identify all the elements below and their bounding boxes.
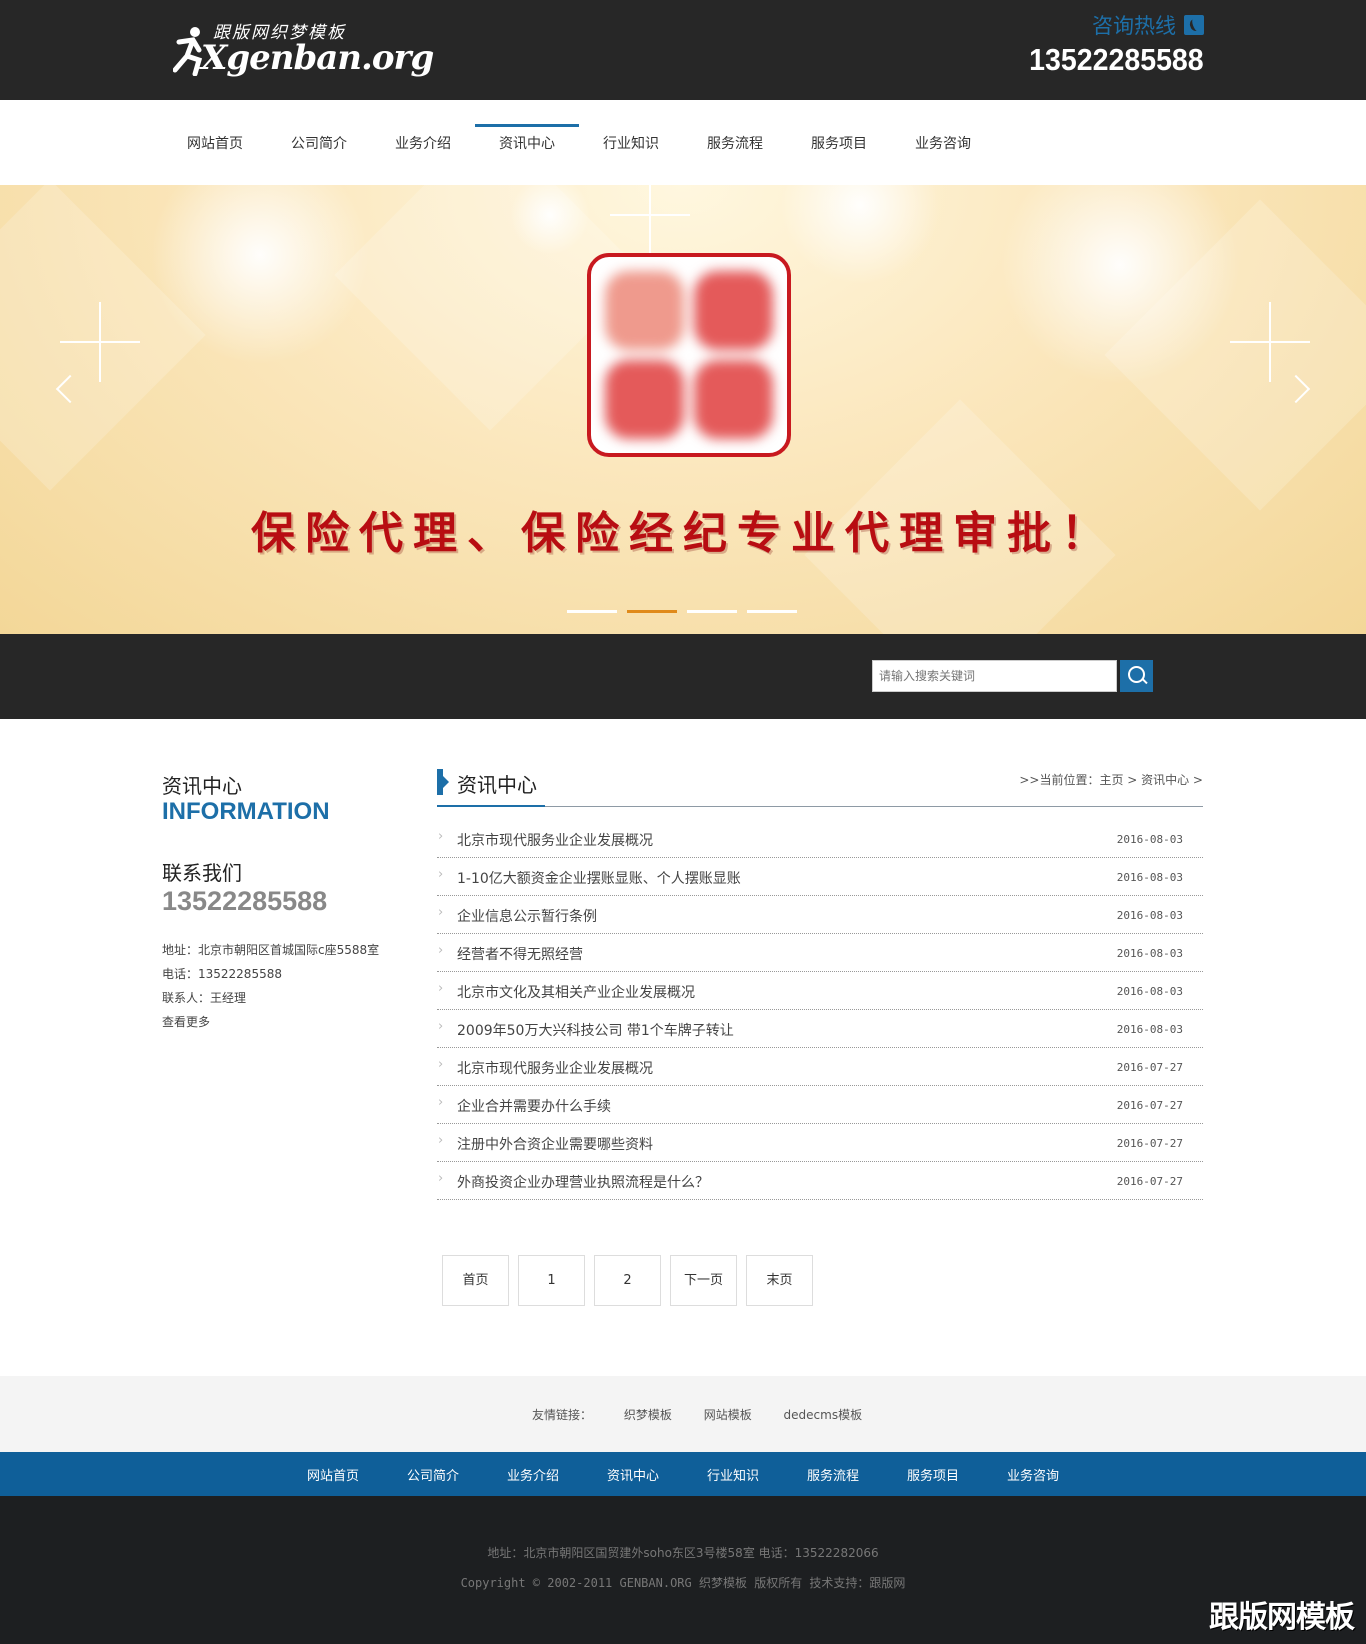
footer-address: 地址：北京市朝阳区国贸建外soho东区3号楼58室 电话：13522282066 xyxy=(487,1546,879,1560)
article-title[interactable]: 北京市现代服务业企业发展概况 xyxy=(457,830,653,850)
article-date: 2016-07-27 xyxy=(1116,1061,1183,1074)
article-date: 2016-07-27 xyxy=(1116,1175,1183,1188)
footer-nav-item[interactable]: 业务介绍 xyxy=(507,1465,559,1484)
page-2-button[interactable]: 2 xyxy=(594,1255,661,1306)
list-item[interactable]: 北京市现代服务业企业发展概况 2016-07-27 xyxy=(437,1048,1203,1086)
banner-seal-image xyxy=(587,253,791,457)
list-item[interactable]: 2009年50万大兴科技公司 带1个车牌子转让 2016-08-03 xyxy=(437,1010,1203,1048)
article-title[interactable]: 企业合并需要办什么手续 xyxy=(457,1096,611,1116)
friend-links-label: 友情链接： xyxy=(532,1408,593,1422)
view-more-link[interactable]: 查看更多 xyxy=(162,1010,402,1034)
list-item[interactable]: 经营者不得无照经营 2016-08-03 xyxy=(437,934,1203,972)
article-title[interactable]: 经营者不得无照经营 xyxy=(457,944,583,964)
footer-nav-item[interactable]: 服务流程 xyxy=(807,1465,859,1484)
footer: 地址：北京市朝阳区国贸建外soho东区3号楼58室 电话：13522282066… xyxy=(0,1496,1366,1644)
breadcrumb[interactable]: >>当前位置：主页 > 资讯中心 > xyxy=(1019,771,1203,788)
article-date: 2016-08-03 xyxy=(1116,1023,1183,1036)
sparkle-icon xyxy=(610,185,690,255)
contact-phone: 电话：13522285588 xyxy=(162,967,282,981)
article-date: 2016-08-03 xyxy=(1116,909,1183,922)
list-item[interactable]: 企业合并需要办什么手续 2016-07-27 xyxy=(437,1086,1203,1124)
friend-link[interactable]: 网站模板 xyxy=(704,1408,752,1422)
list-item[interactable]: 北京市现代服务业企业发展概况 2016-08-03 xyxy=(437,820,1203,858)
sparkle-icon xyxy=(60,302,140,382)
list-item[interactable]: 北京市文化及其相关产业企业发展概况 2016-08-03 xyxy=(437,972,1203,1010)
friend-link[interactable]: dedecms模板 xyxy=(784,1408,863,1422)
article-title[interactable]: 2009年50万大兴科技公司 带1个车牌子转让 xyxy=(457,1020,734,1040)
sidebar-title: 资讯中心 xyxy=(162,774,242,798)
nav-item-services[interactable]: 服务项目 xyxy=(787,124,891,162)
page-first-button[interactable]: 首页 xyxy=(442,1255,509,1306)
section-marker-icon xyxy=(437,769,449,795)
nav-item-business[interactable]: 业务介绍 xyxy=(371,124,475,162)
page-1-button[interactable]: 1 xyxy=(518,1255,585,1306)
slide-dot-active[interactable] xyxy=(627,610,677,613)
friend-links: 友情链接： 织梦模板 网站模板 dedecms模板 xyxy=(0,1376,1366,1452)
article-date: 2016-07-27 xyxy=(1116,1099,1183,1112)
nav-item-consult[interactable]: 业务咨询 xyxy=(891,124,995,162)
sidebar: 资讯中心 INFORMATION 联系我们 13522285588 地址：北京市… xyxy=(162,770,402,1034)
phone-icon xyxy=(1184,15,1204,35)
list-item[interactable]: 注册中外合资企业需要哪些资料 2016-07-27 xyxy=(437,1124,1203,1162)
slide-dot[interactable] xyxy=(567,610,617,613)
list-item[interactable]: 企业信息公示暂行条例 2016-08-03 xyxy=(437,896,1203,934)
slide-dot[interactable] xyxy=(747,610,797,613)
article-date: 2016-08-03 xyxy=(1116,871,1183,884)
footer-copyright: Copyright © 2002-2011 GENBAN.ORG 织梦模板 版权… xyxy=(460,1576,906,1590)
page-last-button[interactable]: 末页 xyxy=(746,1255,813,1306)
search-bar xyxy=(0,634,1366,719)
hotline-label: 咨询热线 xyxy=(1092,14,1176,38)
contact-person: 联系人：王经理 xyxy=(162,991,247,1005)
top-header: 跟版网织梦模板 Xgenban.org 咨询热线 13522285588 xyxy=(0,0,1366,100)
list-item[interactable]: 外商投资企业办理营业执照流程是什么？ 2016-07-27 xyxy=(437,1162,1203,1200)
nav-item-about[interactable]: 公司简介 xyxy=(267,124,371,162)
logo-wordmark: Xgenban.org xyxy=(201,38,434,78)
article-title[interactable]: 北京市现代服务业企业发展概况 xyxy=(457,1058,653,1078)
nav-item-home[interactable]: 网站首页 xyxy=(163,124,267,162)
footer-nav-item[interactable]: 资讯中心 xyxy=(607,1465,659,1484)
list-item[interactable]: 1-10亿大额资金企业摆账显账、个人摆账显账 2016-08-03 xyxy=(437,858,1203,896)
footer-nav-item[interactable]: 服务项目 xyxy=(907,1465,959,1484)
nav-item-news[interactable]: 资讯中心 xyxy=(475,124,579,162)
footer-nav-item[interactable]: 公司简介 xyxy=(407,1465,459,1484)
section-header: 资讯中心 >>当前位置：主页 > 资讯中心 > xyxy=(437,763,1203,807)
contact-heading: 联系我们 xyxy=(162,861,242,885)
contact-address: 地址：北京市朝阳区首城国际c座5588室 xyxy=(162,943,380,957)
nav-item-knowledge[interactable]: 行业知识 xyxy=(579,124,683,162)
contact-number: 13522285588 xyxy=(162,886,328,916)
article-title[interactable]: 北京市文化及其相关产业企业发展概况 xyxy=(457,982,695,1002)
news-section: 资讯中心 >>当前位置：主页 > 资讯中心 > 北京市现代服务业企业发展概况 20… xyxy=(437,763,1203,1200)
sidebar-title-en: INFORMATION xyxy=(162,798,330,825)
article-title[interactable]: 外商投资企业办理营业执照流程是什么？ xyxy=(457,1172,709,1192)
slide-dot[interactable] xyxy=(687,610,737,613)
banner-slogan: 保险代理、保险经纪专业代理审批！ xyxy=(251,508,1115,559)
article-list: 北京市现代服务业企业发展概况 2016-08-03 1-10亿大额资金企业摆账显账… xyxy=(437,820,1203,1200)
hotline-number: 13522285588 xyxy=(1029,42,1204,77)
article-title[interactable]: 1-10亿大额资金企业摆账显账、个人摆账显账 xyxy=(457,868,741,888)
nav-item-process[interactable]: 服务流程 xyxy=(683,124,787,162)
footer-nav-item[interactable]: 业务咨询 xyxy=(1007,1465,1059,1484)
hotline: 咨询热线 13522285588 xyxy=(1014,10,1204,78)
site-logo[interactable]: 跟版网织梦模板 Xgenban.org xyxy=(173,18,434,80)
footer-nav-item[interactable]: 网站首页 xyxy=(307,1465,359,1484)
page-next-button[interactable]: 下一页 xyxy=(670,1255,737,1306)
hero-banner: 保险代理、保险经纪专业代理审批！ xyxy=(0,185,1366,634)
sparkle-icon xyxy=(1230,302,1310,382)
article-title[interactable]: 注册中外合资企业需要哪些资料 xyxy=(457,1134,653,1154)
article-date: 2016-08-03 xyxy=(1116,985,1183,998)
contact-info: 地址：北京市朝阳区首城国际c座5588室 电话：13522285588 联系人：… xyxy=(162,938,402,1034)
main-nav: 网站首页 公司简介 业务介绍 资讯中心 行业知识 服务流程 服务项目 业务咨询 xyxy=(0,100,1366,185)
friend-link[interactable]: 织梦模板 xyxy=(624,1408,672,1422)
footer-nav-item[interactable]: 行业知识 xyxy=(707,1465,759,1484)
article-date: 2016-08-03 xyxy=(1116,947,1183,960)
footer-nav: 网站首页 公司简介 业务介绍 资讯中心 行业知识 服务流程 服务项目 业务咨询 xyxy=(0,1452,1366,1496)
section-title: 资讯中心 xyxy=(457,773,537,797)
search-button[interactable] xyxy=(1120,660,1153,692)
search-input[interactable] xyxy=(872,660,1117,692)
watermark: 跟版网模板 xyxy=(1209,1600,1355,1635)
article-date: 2016-07-27 xyxy=(1116,1137,1183,1150)
article-title[interactable]: 企业信息公示暂行条例 xyxy=(457,906,597,926)
article-date: 2016-08-03 xyxy=(1116,833,1183,846)
